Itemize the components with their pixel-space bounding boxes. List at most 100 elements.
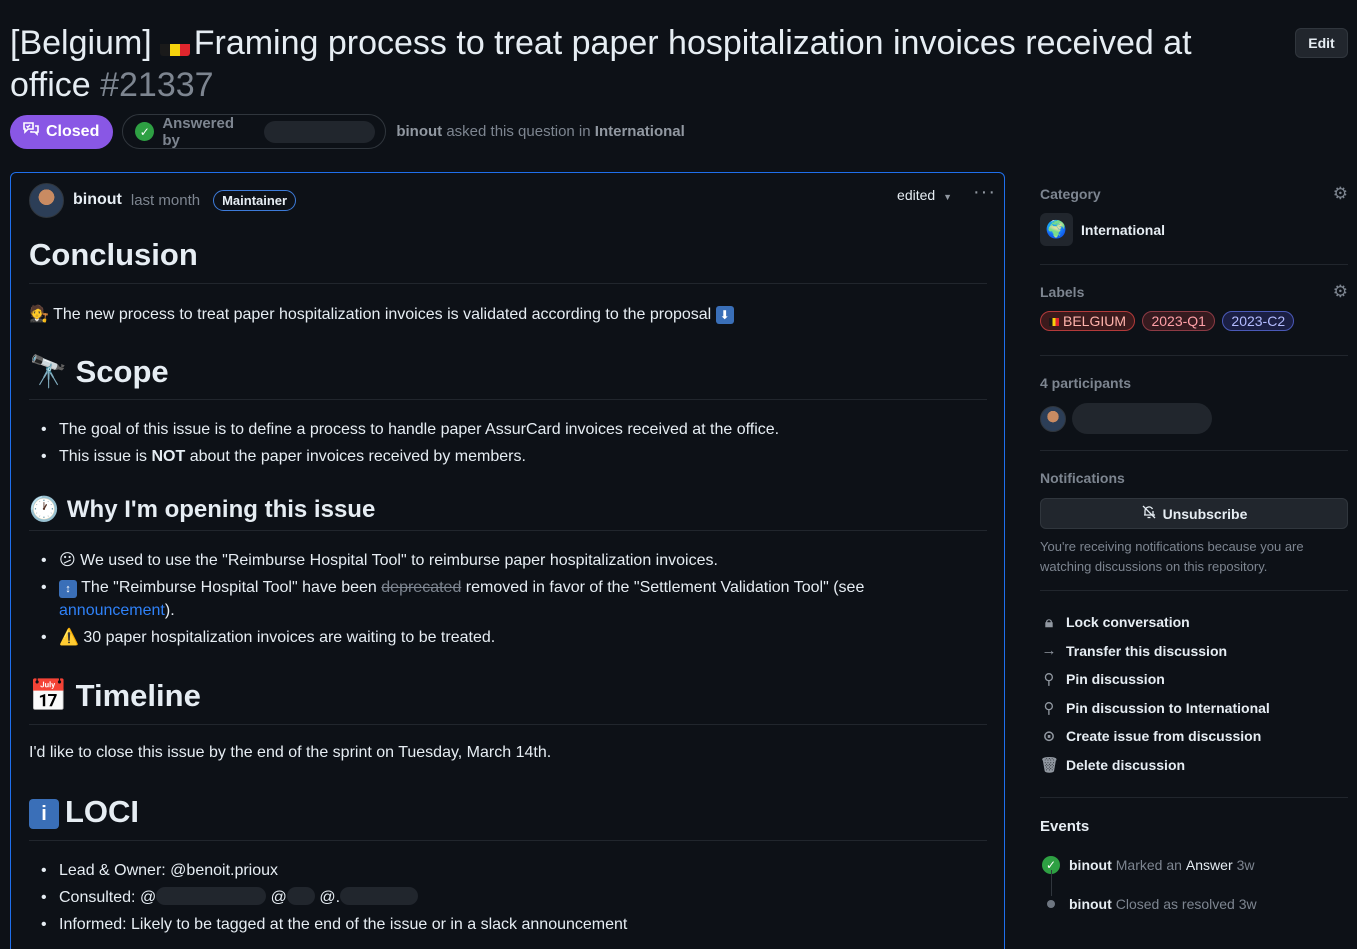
globe-icon: 🌍 bbox=[1040, 213, 1073, 246]
answered-badge[interactable]: ✓ Answered by bbox=[122, 114, 387, 149]
why-item-text: We used to use the "Reimburse Hospital T… bbox=[80, 552, 718, 569]
participants-label: 4 participants bbox=[1040, 375, 1132, 391]
events-label: Events bbox=[1040, 818, 1090, 835]
redacted-username bbox=[340, 887, 419, 905]
label-2023-q1[interactable]: 2023-Q1 bbox=[1142, 311, 1215, 331]
heading-conclusion: Conclusion bbox=[29, 237, 198, 272]
timeline-heading-text: Timeline bbox=[75, 678, 201, 713]
calendar-emoji-icon: 📅 bbox=[29, 678, 68, 713]
divider bbox=[29, 724, 987, 725]
list-item: The goal of this issue is to define a pr… bbox=[41, 418, 941, 441]
create-issue-action[interactable]: ⊙ Create issue from discussion bbox=[1040, 722, 1348, 751]
asked-user-link[interactable]: binout bbox=[396, 123, 442, 140]
action-label: Transfer this discussion bbox=[1066, 642, 1228, 659]
list-item: Informed: Likely to be tagged at the end… bbox=[41, 913, 941, 936]
warning-emoji-icon: ⚠️ bbox=[59, 629, 79, 646]
list-item: ↕ The "Reimburse Hospital Tool" have bee… bbox=[41, 576, 941, 622]
sidebar-category: Category ⚙ 🌍 International bbox=[1040, 184, 1348, 246]
heading-timeline: 📅 Timeline bbox=[29, 677, 201, 714]
dot-icon bbox=[1047, 900, 1055, 908]
page-title: [Belgium] Framing process to treat paper … bbox=[10, 22, 1240, 106]
asked-category-link[interactable]: International bbox=[595, 123, 685, 140]
pin-discussion-action[interactable]: ⚲ Pin discussion bbox=[1040, 665, 1348, 694]
conclusion-paragraph: 🧑‍⚖️ The new process to treat paper hosp… bbox=[29, 304, 734, 324]
lock-conversation-action[interactable]: 🔒︎ Lock conversation bbox=[1040, 608, 1348, 637]
comment-timestamp[interactable]: last month bbox=[131, 192, 200, 209]
category-label: Category bbox=[1040, 186, 1101, 202]
heading-scope: 🔭 Scope bbox=[29, 353, 169, 390]
gear-icon[interactable]: ⚙ bbox=[1333, 184, 1348, 204]
category-item[interactable]: 🌍 International bbox=[1040, 213, 1348, 246]
belgium-flag-icon bbox=[1049, 318, 1059, 326]
avatar[interactable] bbox=[1040, 405, 1066, 432]
labels-label: Labels bbox=[1040, 284, 1085, 300]
announcement-link[interactable]: announcement bbox=[59, 602, 165, 619]
notification-notice: You're receiving notifications because y… bbox=[1040, 539, 1304, 574]
divider bbox=[1040, 264, 1348, 265]
divider bbox=[29, 840, 987, 841]
label-2023-c2[interactable]: 2023-C2 bbox=[1222, 311, 1295, 331]
why-item-text: The "Reimburse Hospital Tool" have been bbox=[81, 579, 377, 596]
discussion-closed-icon bbox=[22, 121, 40, 142]
sidebar-events: Events ✓ binout Marked an Answer 3w bino… bbox=[1040, 818, 1348, 914]
label-text: BELGIUM bbox=[1063, 313, 1127, 329]
action-label: Create issue from discussion bbox=[1066, 728, 1262, 745]
judge-emoji-icon: 🧑‍⚖️ bbox=[29, 306, 49, 323]
divider bbox=[29, 283, 987, 284]
action-label: Pin discussion bbox=[1066, 671, 1165, 688]
event-user[interactable]: binout bbox=[1069, 857, 1112, 873]
pin-to-category-action[interactable]: ⚲ Pin discussion to International bbox=[1040, 694, 1348, 723]
label-belgium[interactable]: BELGIUM bbox=[1040, 311, 1136, 331]
heading-loci: i LOCI bbox=[29, 794, 139, 830]
why-item-text: ). bbox=[164, 602, 175, 619]
redacted-username bbox=[286, 887, 315, 905]
transfer-discussion-action[interactable]: → Transfer this discussion bbox=[1040, 637, 1348, 666]
loci-consulted-text: Consulted: @ bbox=[59, 889, 157, 906]
gear-icon[interactable]: ⚙ bbox=[1333, 282, 1348, 302]
list-item: ⚠️ 30 paper hospitalization invoices are… bbox=[41, 626, 941, 649]
elevator-emoji-icon: ↕ bbox=[59, 580, 77, 598]
mention-text: @ bbox=[270, 889, 287, 906]
event-answer-link[interactable]: Answer bbox=[1186, 857, 1233, 873]
status-row: Closed ✓ Answered by binout asked this q… bbox=[10, 114, 685, 149]
more-options-icon[interactable]: ··· bbox=[973, 181, 996, 204]
list-item: Consulted: @ @ @. bbox=[41, 886, 941, 909]
edited-dropdown[interactable]: edited ▼ bbox=[897, 187, 952, 203]
title-prefix: [Belgium] bbox=[10, 24, 152, 62]
edit-button[interactable]: Edit bbox=[1295, 28, 1348, 58]
pin-icon: ⚲ bbox=[1043, 671, 1055, 689]
role-badge: Maintainer bbox=[213, 189, 297, 211]
timeline-line bbox=[1051, 870, 1052, 896]
divider bbox=[29, 530, 987, 531]
event-user[interactable]: binout bbox=[1069, 896, 1112, 912]
sidebar-labels: Labels ⚙ BELGIUM 2023-Q1 2023-C2 bbox=[1040, 282, 1348, 331]
lock-icon: 🔒︎ bbox=[1045, 613, 1053, 631]
loci-heading-text: LOCI bbox=[65, 794, 140, 829]
comment-author[interactable]: binout bbox=[73, 191, 122, 209]
list-item: 😕 We used to use the "Reimburse Hospital… bbox=[41, 549, 941, 572]
trash-icon: 🗑︎ bbox=[1040, 756, 1060, 774]
event-time[interactable]: 3w bbox=[1237, 857, 1255, 873]
avatar[interactable] bbox=[29, 182, 64, 218]
scope-list: The goal of this issue is to define a pr… bbox=[41, 418, 941, 472]
discussion-number: #21337 bbox=[100, 66, 214, 104]
event-text: Closed as resolved bbox=[1115, 896, 1235, 912]
event-time[interactable]: 3w bbox=[1239, 896, 1257, 912]
caret-down-icon: ▼ bbox=[943, 192, 952, 202]
unsubscribe-button[interactable]: Unsubscribe bbox=[1040, 498, 1348, 529]
delete-discussion-action[interactable]: 🗑︎ Delete discussion bbox=[1040, 751, 1348, 780]
asked-info: binout asked this question in Internatio… bbox=[396, 123, 684, 140]
clock-emoji-icon: 🕐 bbox=[29, 496, 59, 523]
action-label: Lock conversation bbox=[1066, 614, 1190, 631]
event-text: Marked an bbox=[1115, 857, 1182, 873]
list-item: Lead & Owner: @benoit.prioux bbox=[41, 859, 941, 882]
divider bbox=[29, 399, 987, 400]
list-item: This issue is NOT about the paper invoic… bbox=[41, 445, 941, 468]
sidebar-participants: 4 participants bbox=[1040, 375, 1348, 434]
scope-heading-text: Scope bbox=[75, 354, 169, 389]
bell-slash-icon bbox=[1141, 504, 1157, 523]
answered-label: Answered by bbox=[162, 114, 235, 149]
action-label: Pin discussion to International bbox=[1066, 699, 1270, 716]
belgium-flag-icon bbox=[159, 34, 190, 56]
why-heading-text: Why I'm opening this issue bbox=[66, 496, 376, 523]
